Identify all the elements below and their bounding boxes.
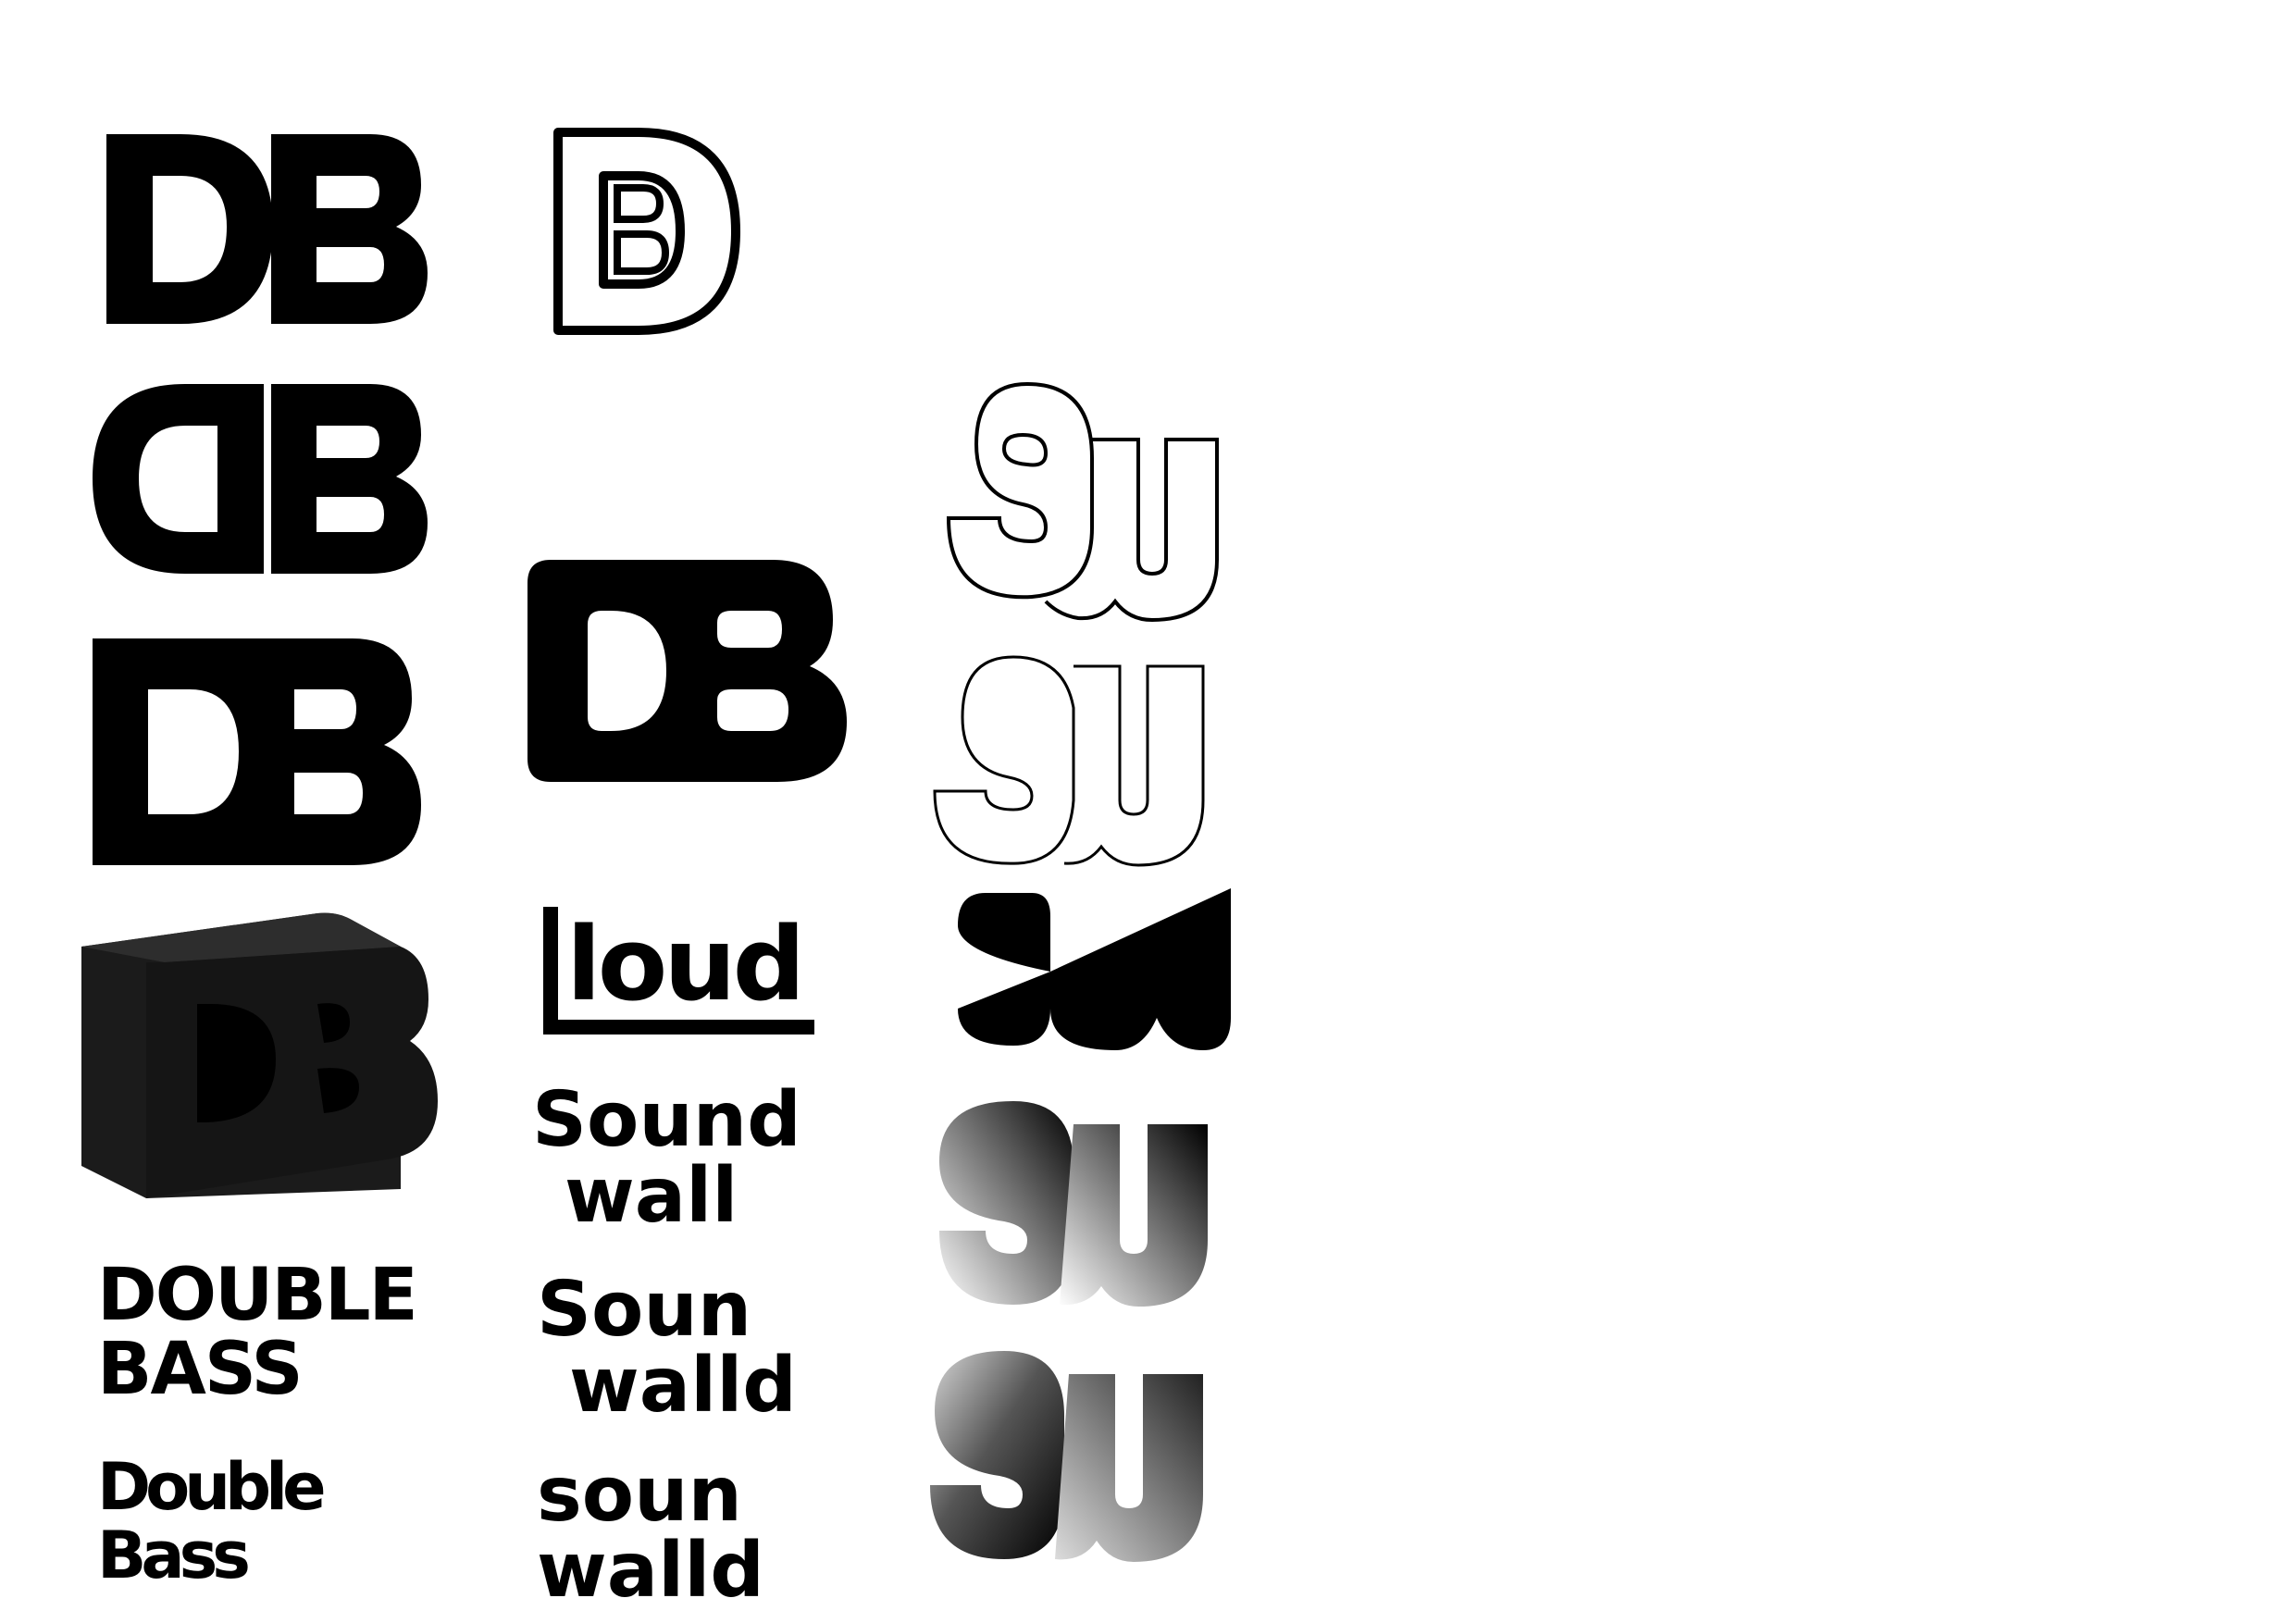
logo-sw-solid-geo: SW: [958, 888, 1235, 1055]
logo-sw-gradient-1: SW: [939, 1101, 1254, 1309]
logo-sound-word: Sound: [532, 1076, 801, 1164]
logo-db-3d: DB: [81, 911, 452, 1208]
logo-double-bass-caps: DOUBLE BASS: [97, 1254, 418, 1411]
logo-soun-word: soun: [537, 1451, 742, 1539]
logo-db-outline: DB: [551, 125, 750, 338]
logo-sw-gradient-2: SW: [930, 1351, 1254, 1564]
logo-soun-word: Soun: [537, 1266, 752, 1354]
logo-wall-word: wall: [565, 1152, 738, 1240]
logo-double-word: Double: [97, 1449, 327, 1525]
logo-bass-word: BASS: [97, 1328, 304, 1411]
logo-bass-word: Bass: [97, 1518, 251, 1593]
logo-db-solid-1: DB: [102, 134, 428, 328]
logo-soundwall-2: Soun walld: [537, 1272, 797, 1424]
logo-loud-text: loud: [566, 905, 801, 1023]
logo-soundwall-1: Sound wall: [532, 1083, 801, 1234]
logo-walld-word: walld: [537, 1527, 764, 1615]
logo-sheet: DB DB DB DB DOUBLE BASS: [0, 0, 2296, 1623]
logo-loud: loud loud: [543, 905, 824, 1036]
logo-sw-outline-2: SW: [933, 652, 1268, 874]
logo-db-rounded-1: DB: [93, 384, 435, 578]
logo-sw-outline-1: SW: [946, 379, 1282, 623]
logo-double-word: DOUBLE: [97, 1254, 418, 1337]
logo-soundwall-3: soun walld: [537, 1457, 764, 1609]
logo-db-block-rounded: DB: [527, 560, 851, 782]
logo-walld-word: walld: [569, 1342, 797, 1430]
logo-double-bass-mixed: Double Bass: [97, 1449, 327, 1593]
logo-db-block: DB: [93, 638, 426, 865]
